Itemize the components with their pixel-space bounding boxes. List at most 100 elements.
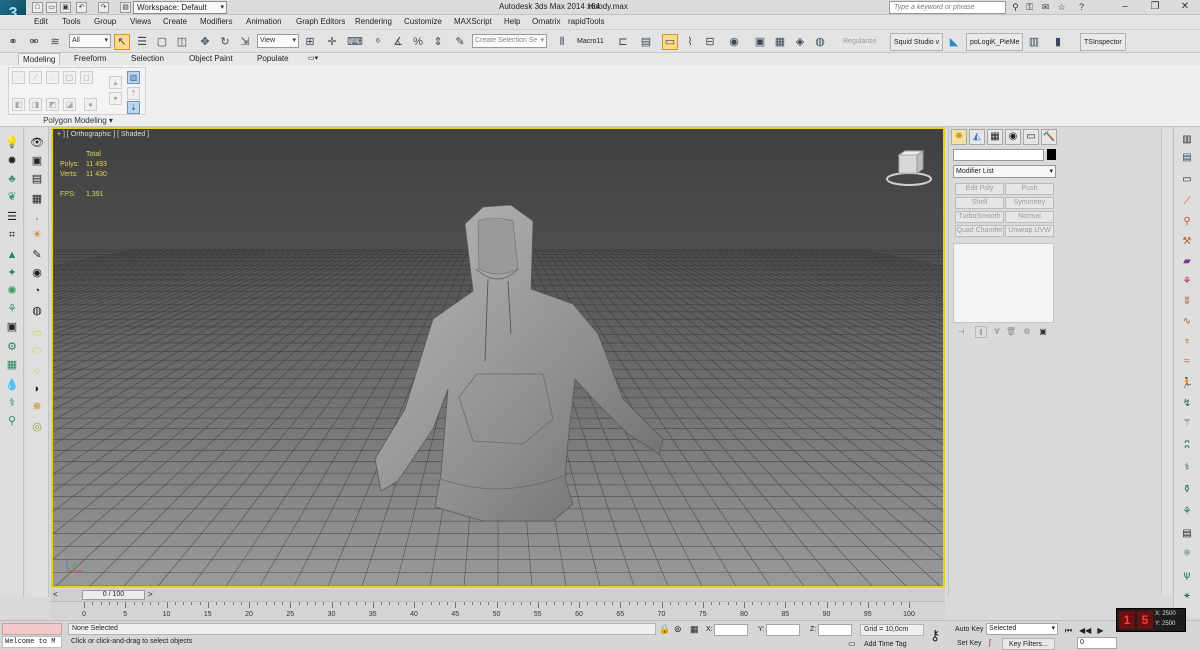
preserve-uvs-icon[interactable]: ◨ [29, 98, 42, 111]
mesh-from-strands-icon[interactable]: ⚘ [1179, 505, 1195, 519]
command-panel-scrollbar[interactable] [1161, 129, 1172, 595]
brush-icon[interactable]: ✎ [29, 247, 45, 263]
dot-icon[interactable]: · [29, 211, 45, 227]
wind-icon[interactable]: ⚲ [4, 413, 20, 429]
helix-icon[interactable]: ◔ [29, 283, 45, 299]
render-iterative-icon[interactable]: ◍ [812, 34, 828, 50]
ignore-backfacing-icon[interactable]: ◩ [46, 98, 59, 111]
hammer-icon[interactable]: ⚒ [1179, 235, 1195, 249]
turbosmooth-button[interactable]: TurboSmooth [955, 211, 1004, 223]
key-mode-dropdown[interactable]: Selected ▾ [986, 623, 1058, 635]
circle-icon[interactable]: ○ [29, 363, 45, 379]
hair-guide-icon[interactable]: ⚘ [1179, 275, 1195, 289]
edit-poly-button[interactable]: Edit Poly [955, 183, 1004, 195]
add-time-tag-button[interactable]: Add Time Tag [864, 639, 907, 650]
select-manipulate-icon[interactable]: ✛ [324, 34, 340, 50]
rendered-frame-window-icon[interactable]: ▦ [772, 34, 788, 50]
display-tab-icon[interactable]: ▭ [1023, 129, 1039, 145]
percent-snap-icon[interactable]: % [410, 34, 426, 50]
sphere-icon[interactable]: ◉ [29, 265, 45, 281]
topologik-icon[interactable]: ◣ [946, 34, 962, 50]
curve-editor-icon[interactable]: ⌇ [682, 34, 698, 50]
viewcube-icon[interactable] [883, 149, 935, 189]
run-icon[interactable]: 🏃 [1179, 377, 1195, 391]
tab-freeform[interactable]: Freeform [70, 53, 110, 65]
menu-create[interactable]: Create [163, 17, 187, 26]
normal-button[interactable]: Normal [1005, 211, 1054, 223]
star-icon[interactable]: ✵ [29, 399, 45, 415]
hair-icon[interactable]: ⚘ [4, 301, 20, 317]
viewport-label[interactable]: + ] [ Orthographic ] [ Shaded ] [57, 131, 149, 138]
time-slider-thumb[interactable]: 0 / 100 [82, 590, 145, 600]
snaps-toggle-icon[interactable]: ⁶ [370, 34, 386, 50]
selection-filter-dropdown[interactable]: All ▾ [69, 34, 111, 48]
mirror-icon[interactable]: ⫴ [554, 34, 570, 50]
knife-icon[interactable]: ⟋ [1179, 195, 1195, 209]
tsinspector-button[interactable]: TSInspector [1080, 33, 1126, 51]
render-production-icon[interactable]: ◈ [792, 34, 808, 50]
length-icon[interactable]: ⚕ [1179, 461, 1195, 475]
key-filters-icon[interactable]: ʃ [989, 638, 991, 647]
remove-modifier-icon[interactable]: 🗑 [1005, 326, 1017, 338]
strand-icon[interactable]: ʬ [1179, 295, 1195, 309]
tab-selection[interactable]: Selection [127, 53, 168, 65]
dynamics-icon[interactable]: ⚛ [1179, 547, 1195, 561]
bind-space-warp-icon[interactable]: ≋ [47, 34, 63, 50]
camera-icon[interactable]: ⌗ [4, 227, 20, 243]
render-settings-icon[interactable]: ▤ [1179, 527, 1195, 541]
absolute-mode-icon[interactable]: ▦ [690, 624, 699, 635]
modifier-sets-icon[interactable]: ▣ [1037, 326, 1049, 338]
communication-icon[interactable]: ✉ [1040, 2, 1051, 13]
panel-toggle-icon[interactable]: ▥ [1179, 133, 1195, 147]
menu-graph-editors[interactable]: Graph Editors [296, 17, 345, 26]
modify-mode-icon[interactable]: ◧ [12, 98, 25, 111]
graphite-ribbon-icon[interactable]: ▭ [662, 34, 678, 50]
next-frame-icon[interactable]: > [148, 590, 153, 599]
render-setup-icon[interactable]: ▣ [752, 34, 768, 50]
light-bulb-icon[interactable]: 💡 [4, 135, 20, 151]
tab-populate[interactable]: Populate [253, 53, 293, 65]
paint-icon[interactable]: ✦ [4, 265, 20, 281]
edit-named-selection-icon[interactable]: ✎ [452, 34, 468, 50]
ribbon-panel-title[interactable]: Polygon Modeling ▾ [10, 116, 146, 125]
tab-modeling[interactable]: Modeling [18, 53, 61, 65]
unlink-icon[interactable]: ⚮ [26, 34, 42, 50]
polygon-mode-icon[interactable]: ▢ [63, 71, 76, 84]
collapse-stack-icon[interactable]: ◪ [63, 98, 76, 111]
object-color-swatch[interactable] [1047, 149, 1056, 160]
rectangular-selection-icon[interactable]: ▢ [154, 34, 170, 50]
keyboard-shortcut-icon[interactable]: ⌨ [346, 34, 363, 50]
select-by-name-icon[interactable]: ☰ [134, 34, 150, 50]
push-button[interactable]: Push [1005, 183, 1054, 195]
named-selection-set-dropdown[interactable]: Create Selection Se ▾ [472, 34, 547, 48]
clump-icon[interactable]: ⚚ [1179, 417, 1195, 431]
object-name-input[interactable] [953, 149, 1044, 161]
lock-selection-icon[interactable]: 🔒 [659, 624, 670, 635]
open-file-icon[interactable]: ▭ [46, 2, 57, 13]
bowl-icon[interactable]: ◗ [29, 381, 45, 397]
sculpt-icon[interactable]: ⚲ [1179, 215, 1195, 229]
drop-icon[interactable]: 💧 [4, 377, 20, 393]
maxscript-mini-listener[interactable] [2, 623, 62, 635]
soft-selection-icon[interactable]: ⇡ [127, 87, 140, 100]
help-search-input[interactable]: Type a keyword or phrase [889, 1, 1006, 14]
donut-icon[interactable]: ◎ [29, 419, 45, 435]
schematic-view-icon[interactable]: ⊟ [702, 34, 718, 50]
layer-manager-icon[interactable]: ▤ [638, 34, 654, 50]
motion-tab-icon[interactable]: ◉ [1005, 129, 1021, 145]
cloth-icon[interactable]: ⚕ [4, 395, 20, 411]
modifier-list-dropdown[interactable]: Modifier List ▾ [953, 165, 1056, 178]
border-mode-icon[interactable]: ◌ [46, 71, 59, 84]
pivot-center-icon[interactable]: ⊞ [302, 34, 318, 50]
tab-object-paint[interactable]: Object Paint [185, 53, 237, 65]
minimize-button[interactable]: – [1110, 0, 1140, 14]
topologik-pie-menu-button[interactable]: poLogiK_PieMe [966, 33, 1024, 51]
menu-maxscript[interactable]: MAXScript [454, 17, 492, 26]
scatter-icon[interactable]: ⚙ [4, 339, 20, 355]
ribbon-options-icon[interactable]: ▭▾ [304, 53, 322, 65]
project-folder-icon[interactable]: ▤ [120, 2, 131, 13]
undo-icon[interactable]: ↶ [76, 2, 87, 13]
bevel-icon[interactable]: ▰ [1179, 255, 1195, 269]
select-object-icon[interactable]: ↖ [114, 34, 130, 50]
macro-button[interactable]: Macro11 [574, 33, 607, 51]
